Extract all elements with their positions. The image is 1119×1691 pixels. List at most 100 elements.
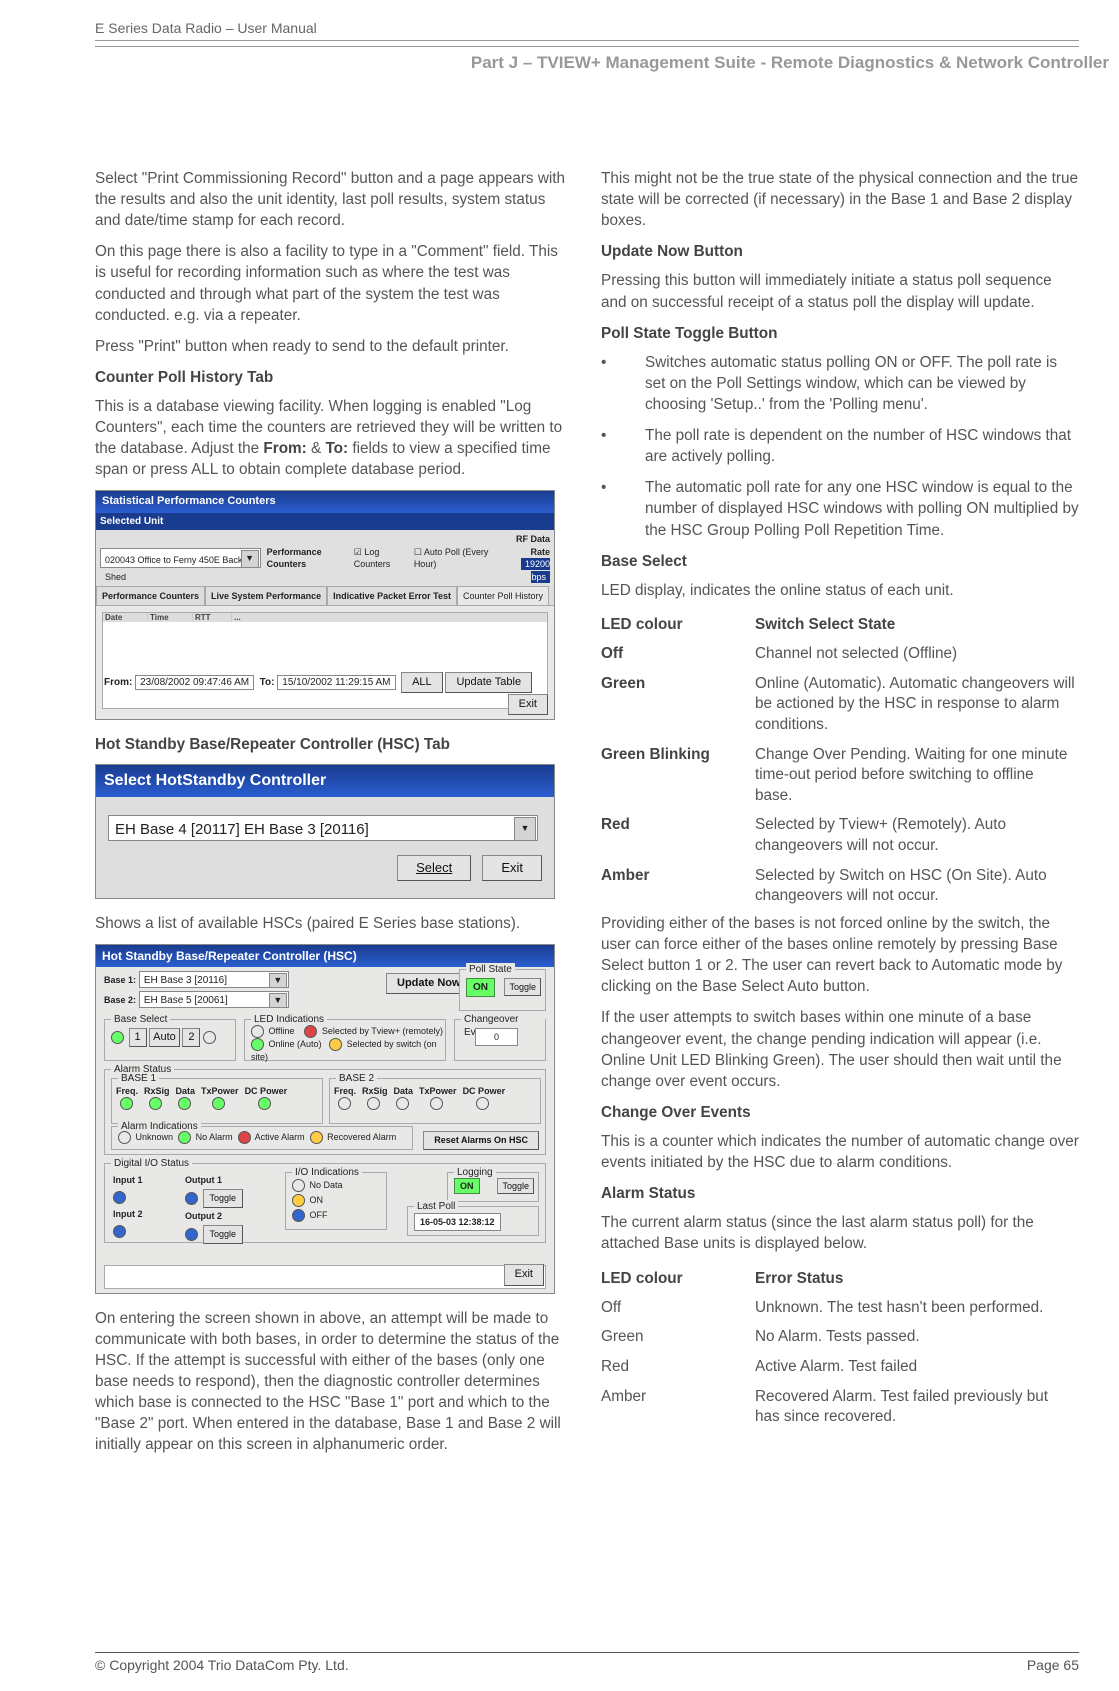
- last-poll-value: 16-05-03 12:38:12: [414, 1213, 501, 1231]
- label: Online (Auto): [269, 1039, 322, 1049]
- col: DC Power: [463, 1086, 506, 1096]
- window-title: Statistical Performance Counters: [96, 491, 554, 512]
- heading-changeover: Change Over Events: [601, 1102, 1079, 1123]
- led-icon: [113, 1225, 126, 1238]
- th: LED colour: [601, 1265, 755, 1295]
- td: Amber: [601, 863, 755, 913]
- label: Active Alarm: [255, 1132, 305, 1142]
- tab[interactable]: Performance Counters: [96, 586, 205, 605]
- tab[interactable]: Indicative Packet Error Test: [327, 586, 457, 605]
- autopoll-check[interactable]: ☐ Auto Poll (Every Hour): [414, 546, 497, 571]
- th: Switch Select State: [755, 611, 1079, 641]
- base2-dropdown[interactable]: EH Base 5 [20061]▼: [139, 991, 289, 1008]
- chevron-down-icon[interactable]: ▼: [241, 550, 259, 568]
- led-icon: [476, 1097, 489, 1110]
- led-icon: [304, 1025, 317, 1038]
- led-icon: [292, 1179, 305, 1192]
- col: TxPower: [419, 1086, 457, 1096]
- led-icon: [329, 1038, 342, 1051]
- logging-toggle-button[interactable]: Toggle: [497, 1178, 534, 1194]
- th: LED colour: [601, 611, 755, 641]
- heading-alarm-status: Alarm Status: [601, 1183, 1079, 1204]
- base-select-auto-button[interactable]: Auto: [149, 1028, 180, 1047]
- heading-update-now: Update Now Button: [601, 241, 1079, 262]
- header-section: Part J – TVIEW+ Management Suite - Remot…: [95, 53, 1109, 73]
- tab[interactable]: Live System Performance: [205, 586, 327, 605]
- label: OFF: [310, 1210, 328, 1220]
- window-title: Select HotStandby Controller: [96, 765, 554, 797]
- text: &: [307, 440, 326, 457]
- label: ON: [310, 1195, 324, 1205]
- poll-state-label: Poll State: [466, 963, 515, 977]
- data-grid[interactable]: DateTimeRTT...: [102, 612, 548, 709]
- from-field[interactable]: 23/08/2002 09:47:46 AM: [135, 675, 254, 690]
- dropdown-value: EH Base 3 [20116]: [144, 975, 227, 986]
- output1-toggle-button[interactable]: Toggle: [203, 1189, 244, 1208]
- para: Select "Print Commissioning Record" butt…: [95, 168, 573, 231]
- dio-label: Digital I/O Status: [111, 1157, 192, 1171]
- right-column: This might not be the true state of the …: [601, 168, 1079, 1465]
- select-button[interactable]: Select: [397, 855, 471, 881]
- base-select-2-button[interactable]: 2: [182, 1028, 200, 1047]
- td: Off: [601, 1295, 755, 1325]
- screenshot-hsc-panel: Hot Standby Base/Repeater Controller (HS…: [95, 944, 555, 1294]
- chevron-down-icon[interactable]: ▼: [269, 993, 287, 1008]
- base-select-label: Base Select: [111, 1013, 170, 1027]
- poll-toggle-button[interactable]: Toggle: [504, 978, 541, 996]
- rf-rate-value: 19200 bps: [521, 558, 550, 582]
- led-icon: [203, 1031, 216, 1044]
- led-icon: [338, 1097, 351, 1110]
- reset-alarms-button[interactable]: Reset Alarms On HSC: [423, 1131, 539, 1149]
- td: Green: [601, 1324, 755, 1354]
- all-button[interactable]: ALL: [401, 672, 443, 693]
- error-status-table: LED colourError Status OffUnknown. The t…: [601, 1265, 1079, 1434]
- base1-label: Base 1:: [104, 975, 136, 985]
- td: No Alarm. Tests passed.: [755, 1324, 1079, 1354]
- log-counters-check[interactable]: ☑ Log Counters: [354, 546, 408, 571]
- exit-button[interactable]: Exit: [482, 855, 542, 881]
- base-select-1-button[interactable]: 1: [129, 1028, 147, 1047]
- tab-active[interactable]: Counter Poll History: [457, 586, 549, 605]
- td: Online (Automatic). Automatic changeover…: [755, 671, 1079, 742]
- td: Channel not selected (Offline): [755, 641, 1079, 671]
- td: Amber: [601, 1384, 755, 1434]
- base1-dropdown[interactable]: EH Base 3 [20116] ▼: [139, 971, 289, 988]
- selected-unit-dropdown[interactable]: 020043 Office to Ferny 450E Back Shed▼: [100, 548, 261, 568]
- label: Performance Counters: [267, 546, 348, 571]
- led-icon: [149, 1097, 162, 1110]
- label: Offline: [269, 1026, 295, 1036]
- logging-value: ON: [454, 1178, 480, 1194]
- screenshot-stat-perf-counters: Statistical Performance Counters Selecte…: [95, 490, 555, 720]
- para: LED display, indicates the online status…: [601, 580, 1079, 601]
- led-icon: [292, 1209, 305, 1222]
- para: On entering the screen shown in above, a…: [95, 1308, 573, 1456]
- led-icon: [120, 1097, 133, 1110]
- exit-button[interactable]: Exit: [504, 1264, 544, 1285]
- hsc-dropdown[interactable]: EH Base 4 [20117] EH Base 3 [20116] ▼: [108, 815, 538, 841]
- to-field[interactable]: 15/10/2002 11:29:15 AM: [277, 675, 395, 690]
- led-icon: [251, 1038, 264, 1051]
- chevron-down-icon[interactable]: ▼: [269, 973, 287, 988]
- col: Freq.: [334, 1086, 356, 1096]
- td: Selected by Tview+ (Remotely). Auto chan…: [755, 812, 1079, 862]
- col: RxSig: [144, 1086, 170, 1096]
- output2-toggle-button[interactable]: Toggle: [203, 1225, 244, 1244]
- td: Active Alarm. Test failed: [755, 1354, 1079, 1384]
- col: Data: [394, 1086, 414, 1096]
- para: If the user attempts to switch bases wit…: [601, 1007, 1079, 1091]
- chevron-down-icon[interactable]: ▼: [514, 817, 536, 841]
- update-table-button[interactable]: Update Table: [445, 672, 532, 693]
- label: Selected by Tview+ (remotely): [322, 1026, 443, 1036]
- led-icon: [292, 1194, 305, 1207]
- base2-group: BASE 2: [336, 1072, 377, 1086]
- para: Shows a list of available HSCs (paired E…: [95, 913, 573, 934]
- bullet: The poll rate is dependent on the number…: [601, 425, 1079, 467]
- text-bold: To:: [325, 440, 348, 457]
- led-icon: [396, 1097, 409, 1110]
- td: Selected by Switch on HSC (On Site). Aut…: [755, 863, 1079, 913]
- check-label: Auto Poll (Every Hour): [414, 547, 489, 569]
- heading-counter-poll: Counter Poll History Tab: [95, 367, 573, 388]
- exit-button[interactable]: Exit: [508, 694, 548, 715]
- led-icon: [178, 1097, 191, 1110]
- led-icon: [310, 1131, 323, 1144]
